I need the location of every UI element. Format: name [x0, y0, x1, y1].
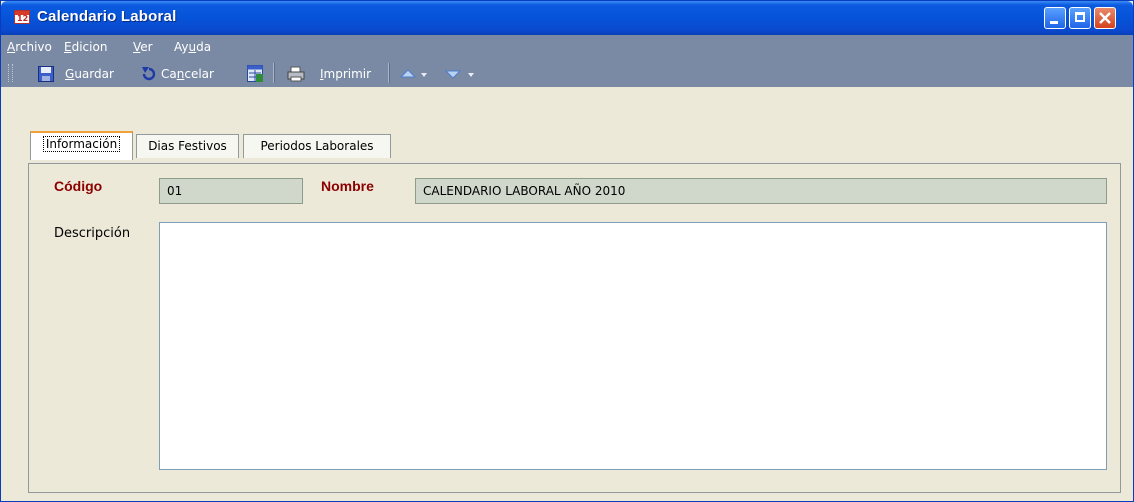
- save-icon: [38, 66, 54, 82]
- calendar-app-icon[interactable]: 12: [14, 10, 30, 24]
- calendar-icon-text: 12: [17, 14, 29, 23]
- menu-ayuda[interactable]: Ayuda: [174, 40, 211, 54]
- toolbar-separator: [273, 63, 275, 83]
- undo-icon: [142, 67, 156, 81]
- print-label: Imprimir: [320, 67, 372, 81]
- tab-dias-festivos[interactable]: Dias Festivos: [136, 134, 239, 158]
- title-bar[interactable]: 12 Calendario Laboral: [1, 1, 1133, 35]
- descripcion-textarea[interactable]: [159, 222, 1107, 470]
- spreadsheet-icon: [247, 65, 263, 82]
- menu-edicion[interactable]: Edicion: [64, 40, 107, 54]
- chevron-down-icon: [421, 73, 427, 77]
- maximize-button[interactable]: [1069, 7, 1091, 29]
- tab-periodos-laborales[interactable]: Periodos Laborales: [243, 134, 391, 158]
- cancel-label: Cancelar: [161, 67, 214, 81]
- save-label: Guardar: [65, 67, 114, 81]
- menu-bar: Archivo Edicion Ver Ayuda: [1, 35, 1133, 59]
- tab-informacion[interactable]: Información: [30, 131, 133, 160]
- tab-panel-informacion: Código 01 Nombre CALENDARIO LABORAL AÑO …: [28, 163, 1121, 493]
- window-title: Calendario Laboral: [37, 8, 177, 25]
- arrow-down-icon: [445, 70, 461, 79]
- toolbar-grip[interactable]: [8, 64, 13, 82]
- navigate-up-button[interactable]: [400, 65, 432, 83]
- arrow-up-icon: [400, 69, 416, 78]
- minimize-button[interactable]: [1044, 7, 1066, 29]
- app-window: 12 Calendario Laboral Archivo Edicion Ve…: [0, 0, 1134, 502]
- codigo-field[interactable]: 01: [159, 178, 303, 204]
- maximize-icon: [1070, 8, 1090, 28]
- form-content: Información Dias Festivos Periodos Labor…: [1, 87, 1133, 501]
- close-icon: [1099, 12, 1111, 24]
- nombre-field[interactable]: CALENDARIO LABORAL AÑO 2010: [415, 178, 1107, 204]
- menu-ver[interactable]: Ver: [133, 40, 153, 54]
- printer-icon: [287, 66, 305, 82]
- chevron-down-icon: [468, 73, 474, 77]
- descripcion-label: Descripción: [54, 226, 131, 241]
- minimize-icon: [1045, 8, 1065, 28]
- codigo-label: Código: [54, 178, 103, 194]
- toolbar-separator: [388, 63, 390, 83]
- navigate-down-button[interactable]: [445, 65, 481, 83]
- menu-archivo[interactable]: Archivo: [7, 40, 52, 54]
- toolbar: Guardar Cancelar Imprimir: [1, 59, 1133, 87]
- nombre-label: Nombre: [321, 178, 374, 194]
- close-button[interactable]: [1094, 7, 1116, 29]
